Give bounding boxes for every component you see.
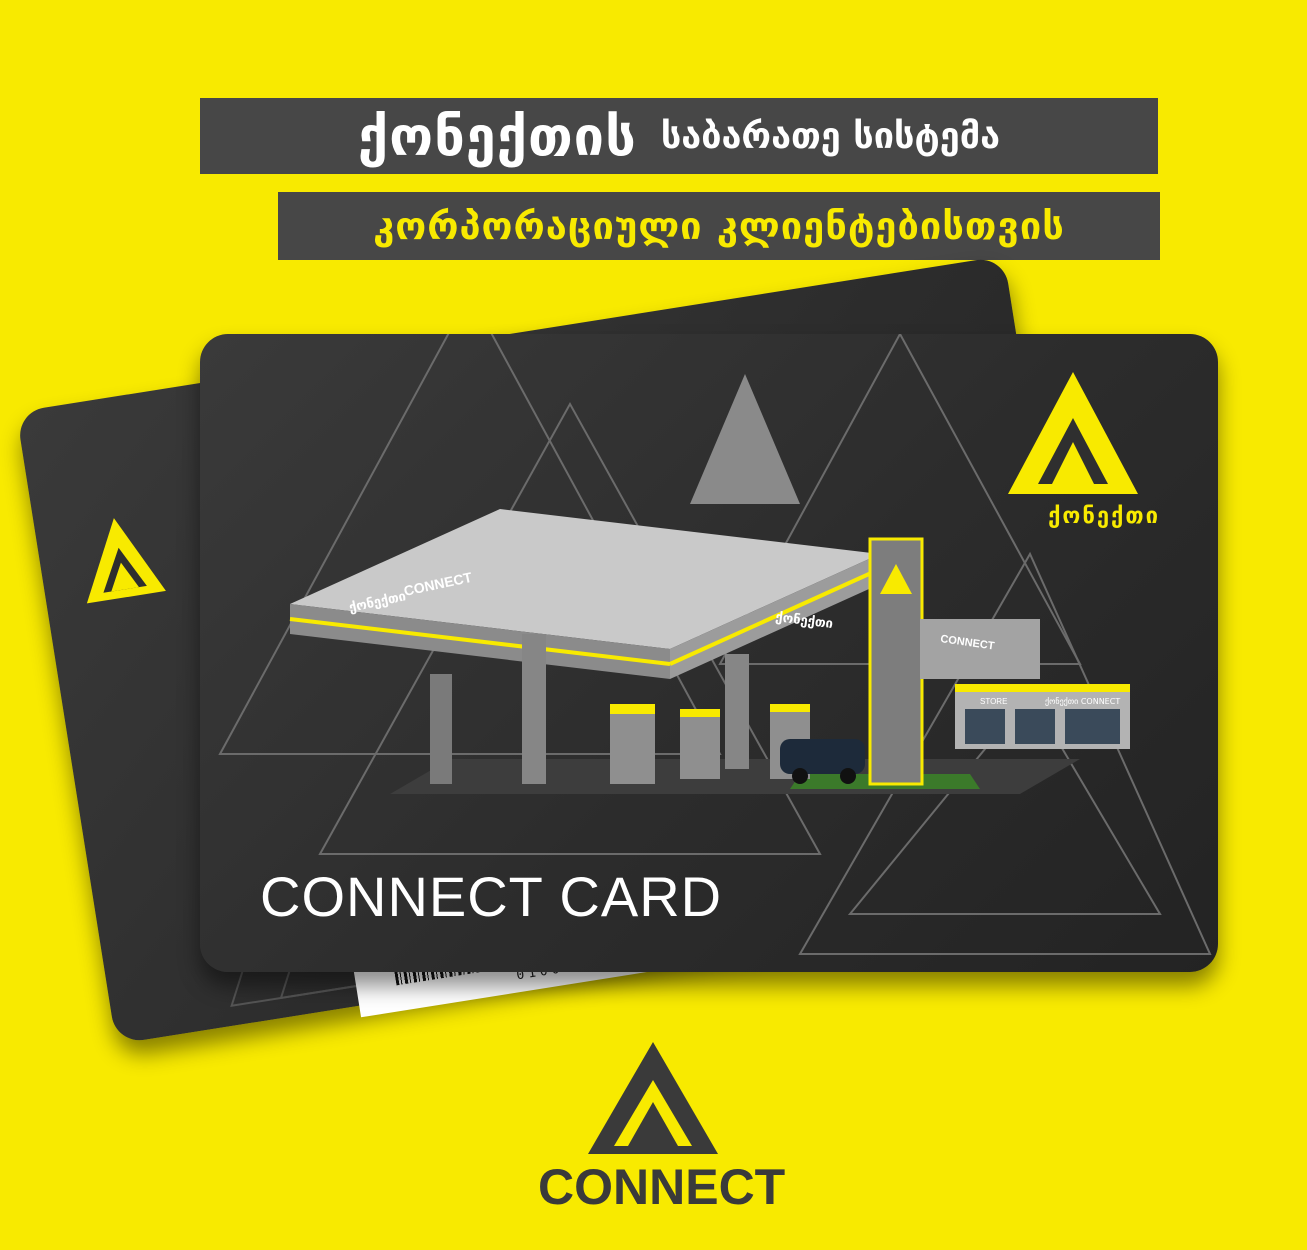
gas-station-illustration	[289, 509, 1130, 794]
connect-logo-icon	[1008, 372, 1138, 494]
footer-brand: CONNECT	[538, 1159, 786, 1215]
connect-logo-icon	[86, 518, 166, 604]
heading-brand: ქონექთის	[357, 104, 637, 168]
heading-banner-primary: ქონექთის საბარათე სისტემა	[200, 98, 1158, 174]
store-label: STORE	[980, 697, 1007, 706]
grey-triangle	[690, 374, 800, 504]
front-card: ქონექთი CONNECT ქონექთი CONNECT STORE ქო…	[200, 334, 1218, 972]
card-title: CONNECT CARD	[260, 865, 723, 928]
store-sign: ქონექთი CONNECT	[1045, 696, 1120, 706]
card-brand-label: ქონექთი	[1048, 504, 1160, 529]
heading-subtitle: საბარათე სისტემა	[660, 115, 1001, 157]
station-sign-front: ქონექთი	[775, 610, 834, 632]
heading-corporate: კორპორაციული კლიენტებისთვის	[373, 204, 1065, 248]
heading-banner-secondary: კორპორაციული კლიენტებისთვის	[278, 192, 1160, 260]
connect-logo-icon	[588, 1042, 718, 1154]
